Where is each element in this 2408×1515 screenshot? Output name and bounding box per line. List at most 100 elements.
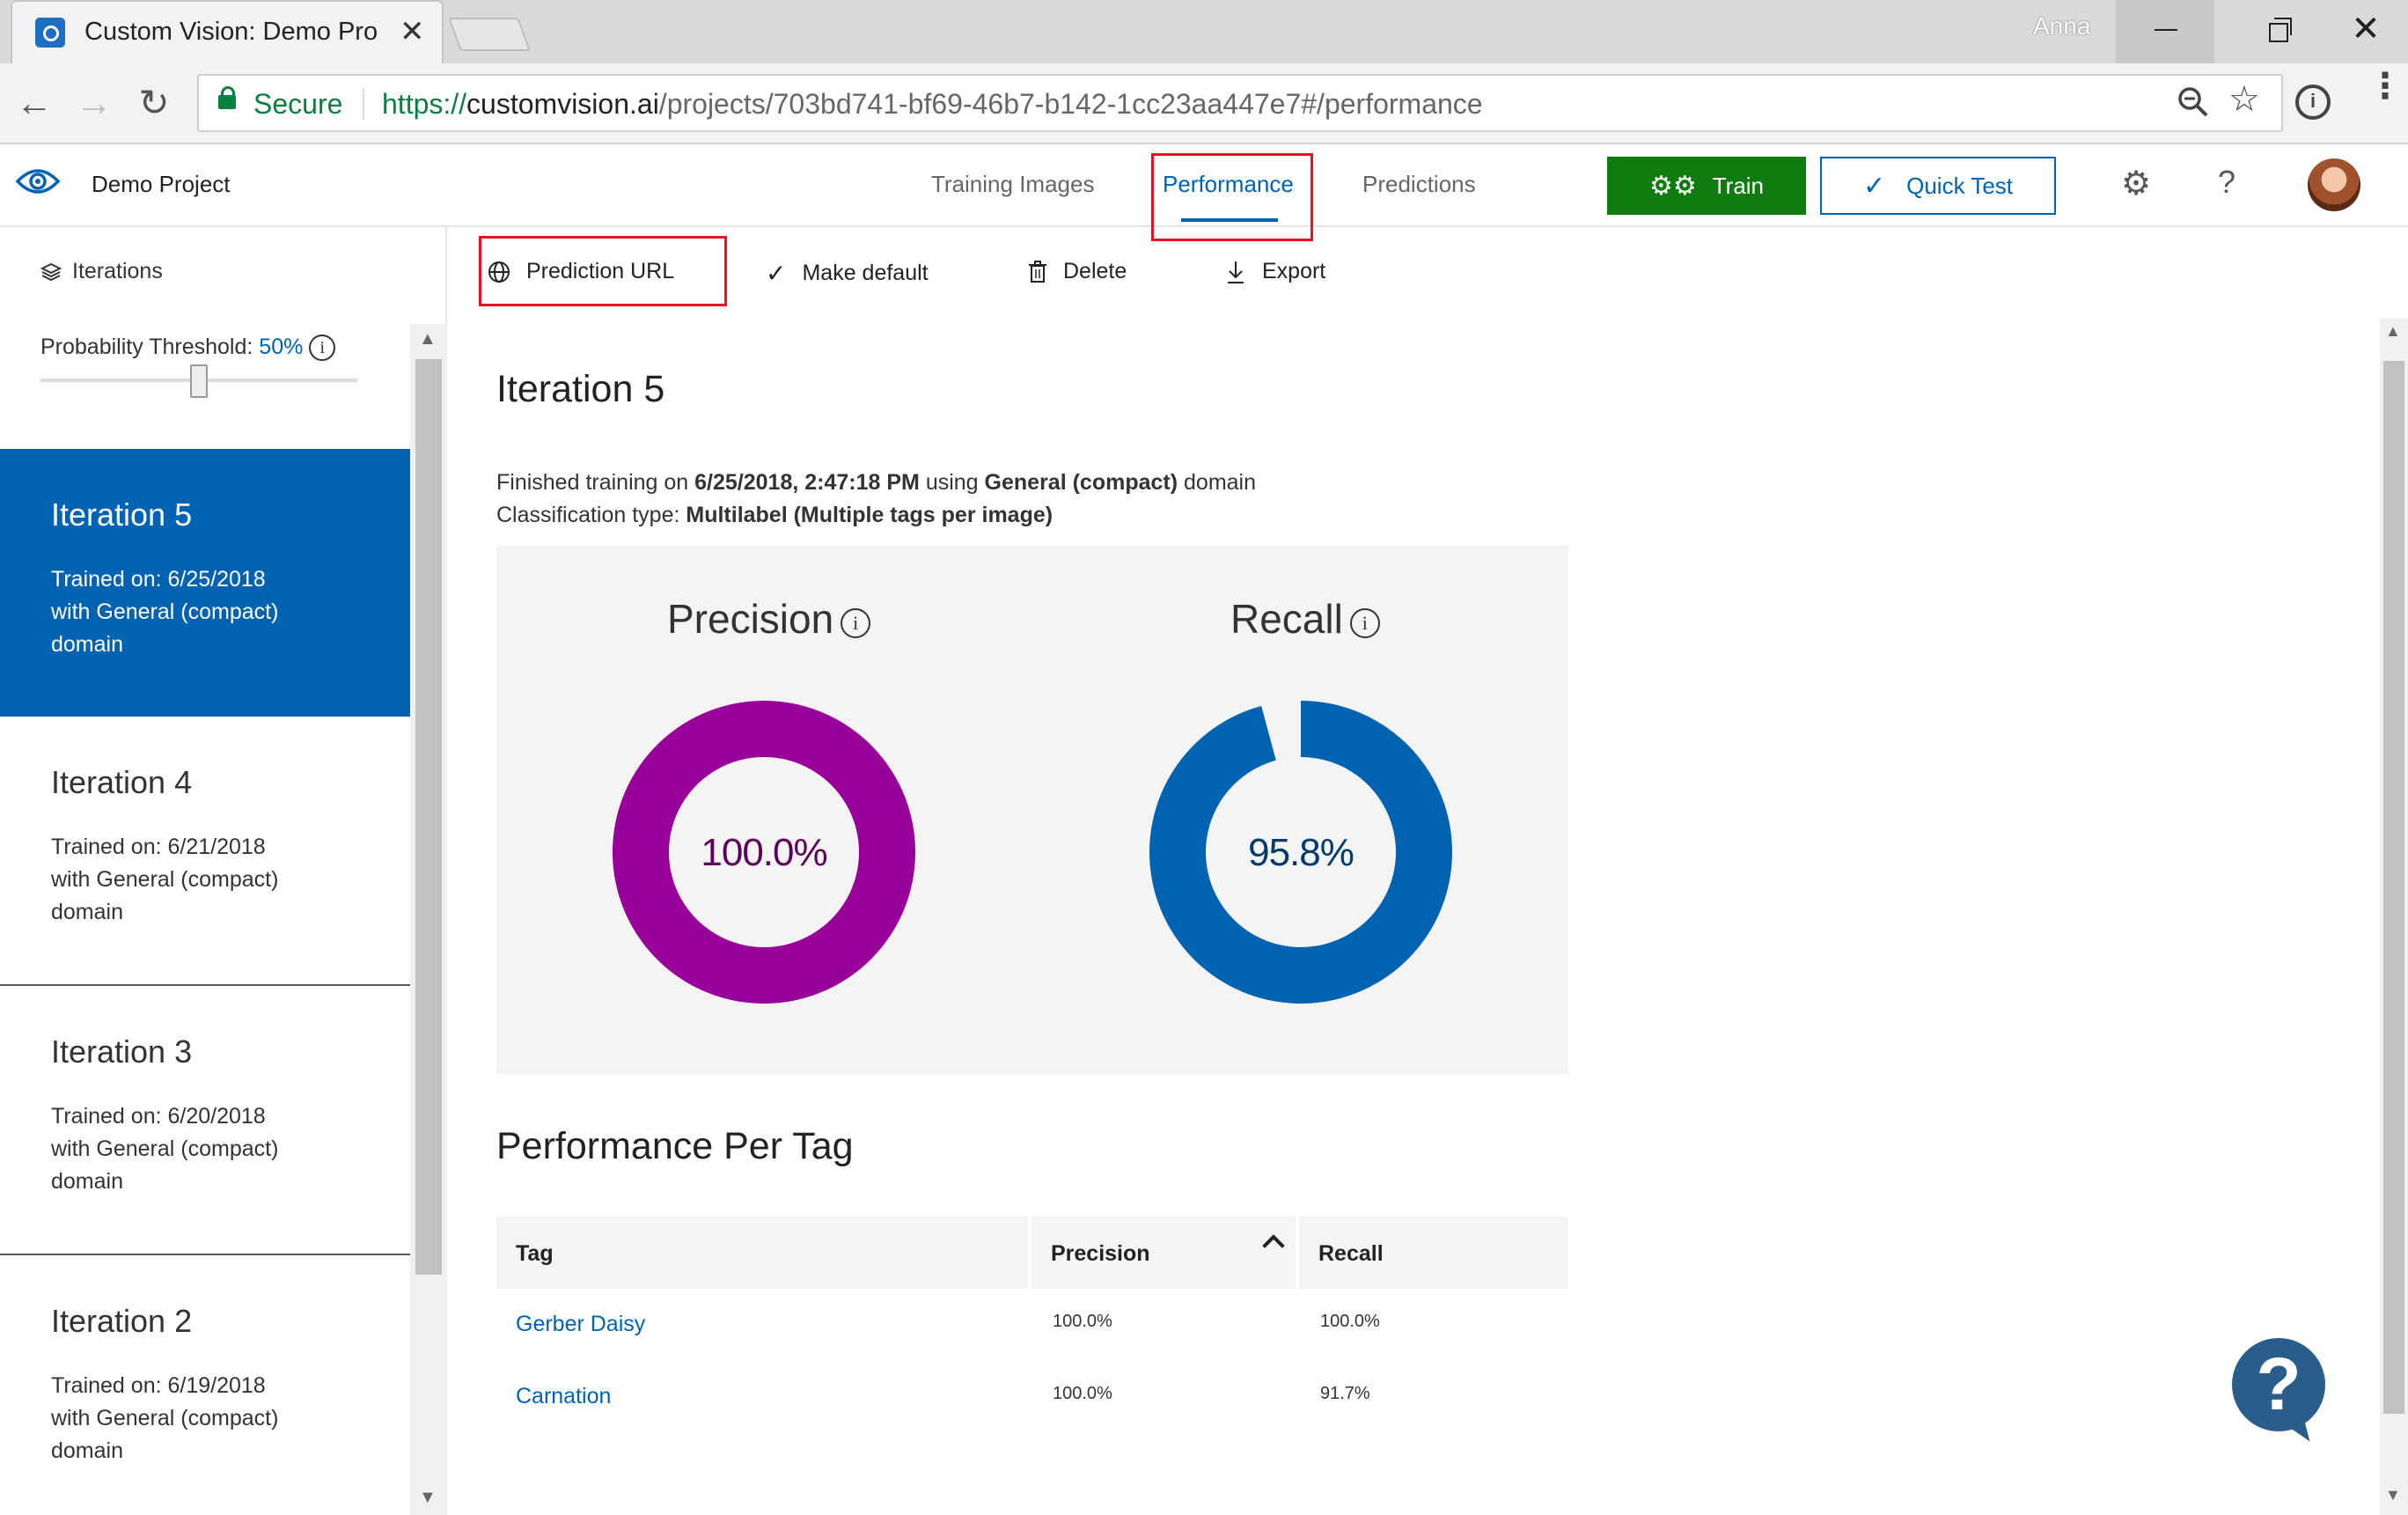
gears-icon: ⚙⚙ xyxy=(1648,171,1697,201)
scroll-up-icon[interactable]: ▲ xyxy=(2385,322,2401,341)
settings-gear-icon[interactable]: ⚙ xyxy=(2121,164,2151,203)
precision-title: Precision i xyxy=(667,595,871,643)
window-close-button[interactable]: ✕ xyxy=(2324,0,2408,63)
train-button-label: Train xyxy=(1712,172,1765,199)
user-avatar[interactable] xyxy=(2308,158,2360,211)
sidebar-scrollbar[interactable]: ▲ ▼ xyxy=(410,324,447,1515)
table-header: Tag Precision Recall xyxy=(496,1217,1568,1289)
checkmark-icon: ✓ xyxy=(1862,171,1886,201)
training-info-line: Finished training on 6/25/2018, 2:47:18 … xyxy=(496,470,1257,495)
export-button[interactable]: Export xyxy=(1225,259,1325,284)
iteration-name: Iteration 3 xyxy=(51,1033,193,1070)
secure-label: Secure xyxy=(253,88,343,120)
table-row: Carnation 100.0% 91.7% xyxy=(496,1361,1568,1433)
tag-precision: 100.0% xyxy=(1053,1384,1112,1403)
iteration-meta: Trained on: 6/21/2018 with General (comp… xyxy=(51,835,279,924)
iteration-title: Iteration 5 xyxy=(496,368,665,410)
train-button[interactable]: ⚙⚙ Train xyxy=(1607,157,1806,215)
scroll-down-icon[interactable]: ▼ xyxy=(419,1488,437,1508)
main-scroll-thumb[interactable] xyxy=(2383,361,2404,1414)
extension-icon[interactable]: i xyxy=(2295,85,2331,120)
app-header: Demo Project Training Images Performance… xyxy=(0,144,2408,241)
recall-info-icon[interactable]: i xyxy=(1349,608,1380,638)
scroll-up-icon[interactable]: ▲ xyxy=(419,329,437,349)
command-bar: Prediction URL ✓ Make default Delete Exp… xyxy=(447,227,2408,319)
table-row: Gerber Daisy 100.0% 100.0% xyxy=(496,1289,1568,1361)
tag-link[interactable]: Gerber Daisy xyxy=(516,1312,645,1337)
tab-close-icon[interactable]: ✕ xyxy=(400,14,425,49)
precision-info-icon[interactable]: i xyxy=(841,608,871,638)
threshold-label: Probability Threshold: xyxy=(40,335,253,359)
recall-title: Recall i xyxy=(1230,595,1380,643)
browser-titlebar: Custom Vision: Demo Pro ✕ Anna ✕ xyxy=(0,0,2408,63)
scroll-down-icon[interactable]: ▼ xyxy=(2385,1486,2401,1504)
performance-per-tag-title: Performance Per Tag xyxy=(496,1125,854,1167)
classification-type-line: Classification type: Multilabel (Multipl… xyxy=(496,503,1054,527)
browser-user-name[interactable]: Anna xyxy=(2033,12,2090,40)
delete-button[interactable]: Delete xyxy=(1028,259,1127,284)
export-label: Export xyxy=(1262,259,1326,283)
active-tab-underline xyxy=(1181,218,1278,222)
iteration-meta: Trained on: 6/20/2018 with General (comp… xyxy=(51,1104,279,1194)
tag-recall: 91.7% xyxy=(1320,1384,1370,1403)
iteration-details: Finished training on 6/25/2018, 2:47:18 … xyxy=(496,467,1256,532)
tab-performance[interactable]: Performance xyxy=(1163,171,1294,198)
address-bar[interactable]: Secure https://customvision.ai/projects/… xyxy=(197,74,2283,132)
iteration-meta: Trained on: 6/25/2018 with General (comp… xyxy=(51,567,279,657)
iteration-item-4[interactable]: Iteration 4 Trained on: 6/21/2018 with G… xyxy=(0,717,410,986)
custom-vision-eye-icon[interactable] xyxy=(16,165,60,197)
download-arrow-icon xyxy=(1228,261,1244,283)
reload-icon[interactable]: ↻ xyxy=(132,81,176,125)
iteration-name: Iteration 4 xyxy=(51,764,193,800)
browser-tab[interactable]: Custom Vision: Demo Pro ✕ xyxy=(11,0,444,63)
layers-icon xyxy=(40,262,62,281)
column-header-recall[interactable]: Recall xyxy=(1299,1217,1568,1289)
iteration-item-5[interactable]: Iteration 5 Trained on: 6/25/2018 with G… xyxy=(0,449,410,717)
column-header-precision[interactable]: Precision xyxy=(1031,1217,1296,1289)
tab-training-images[interactable]: Training Images xyxy=(931,171,1094,198)
column-header-tag[interactable]: Tag xyxy=(496,1217,1028,1289)
omnibox-divider xyxy=(363,88,364,120)
new-tab-button[interactable] xyxy=(448,18,531,51)
iteration-item-2[interactable]: Iteration 2 Trained on: 6/19/2018 with G… xyxy=(0,1255,410,1515)
iteration-name: Iteration 5 xyxy=(51,496,193,533)
iterations-sidebar: Iterations Probability Threshold: 50% i … xyxy=(0,227,447,1515)
tag-recall: 100.0% xyxy=(1320,1312,1380,1331)
help-question-icon[interactable]: ? xyxy=(2218,164,2235,201)
custom-vision-favicon-icon xyxy=(35,18,65,48)
help-chat-button[interactable]: ? xyxy=(2232,1338,2325,1431)
sort-ascending-icon[interactable] xyxy=(1262,1234,1285,1257)
probability-threshold: Probability Threshold: 50% i xyxy=(40,335,336,362)
metrics-panel: Precision i Recall i 100.0% 95.8% xyxy=(496,546,1568,1074)
iteration-name: Iteration 2 xyxy=(51,1303,193,1339)
quick-test-button[interactable]: ✓ Quick Test xyxy=(1820,157,2056,215)
iteration-item-3[interactable]: Iteration 3 Trained on: 6/20/2018 with G… xyxy=(0,986,410,1255)
tab-predictions[interactable]: Predictions xyxy=(1362,171,1476,198)
prediction-url-label: Prediction URL xyxy=(526,259,675,283)
sidebar-scroll-thumb[interactable] xyxy=(415,359,442,1275)
main-scrollbar[interactable]: ▲ ▼ xyxy=(2380,319,2408,1515)
url-text: https://customvision.ai/projects/703bd74… xyxy=(382,88,1483,120)
project-name[interactable]: Demo Project xyxy=(92,171,231,198)
tag-precision: 100.0% xyxy=(1053,1312,1112,1331)
recall-value: 95.8% xyxy=(1248,831,1354,874)
make-default-button[interactable]: ✓ Make default xyxy=(766,259,929,288)
back-arrow-icon[interactable]: ← xyxy=(12,81,56,125)
checkmark-icon: ✓ xyxy=(766,260,787,287)
globe-icon xyxy=(488,261,510,283)
prediction-url-button[interactable]: Prediction URL xyxy=(488,259,674,284)
forward-arrow-icon[interactable]: → xyxy=(72,81,116,125)
restore-button[interactable] xyxy=(2235,0,2320,63)
browser-menu-icon[interactable]: ⋮ xyxy=(2368,69,2403,104)
per-tag-table: Tag Precision Recall Gerber Daisy 100.0%… xyxy=(496,1217,1568,1433)
info-icon[interactable]: i xyxy=(309,335,336,362)
browser-toolbar: ← → ↻ Secure https://customvision.ai/pro… xyxy=(0,63,2408,144)
bookmark-star-icon[interactable]: ☆ xyxy=(2228,79,2260,120)
trash-icon xyxy=(1029,260,1046,283)
tag-link[interactable]: Carnation xyxy=(516,1384,611,1409)
threshold-slider-thumb[interactable] xyxy=(190,364,208,398)
minimize-button[interactable] xyxy=(2116,0,2214,63)
delete-label: Delete xyxy=(1063,259,1127,283)
zoom-icon[interactable] xyxy=(2177,85,2209,128)
iterations-header[interactable]: Iterations xyxy=(40,259,163,284)
